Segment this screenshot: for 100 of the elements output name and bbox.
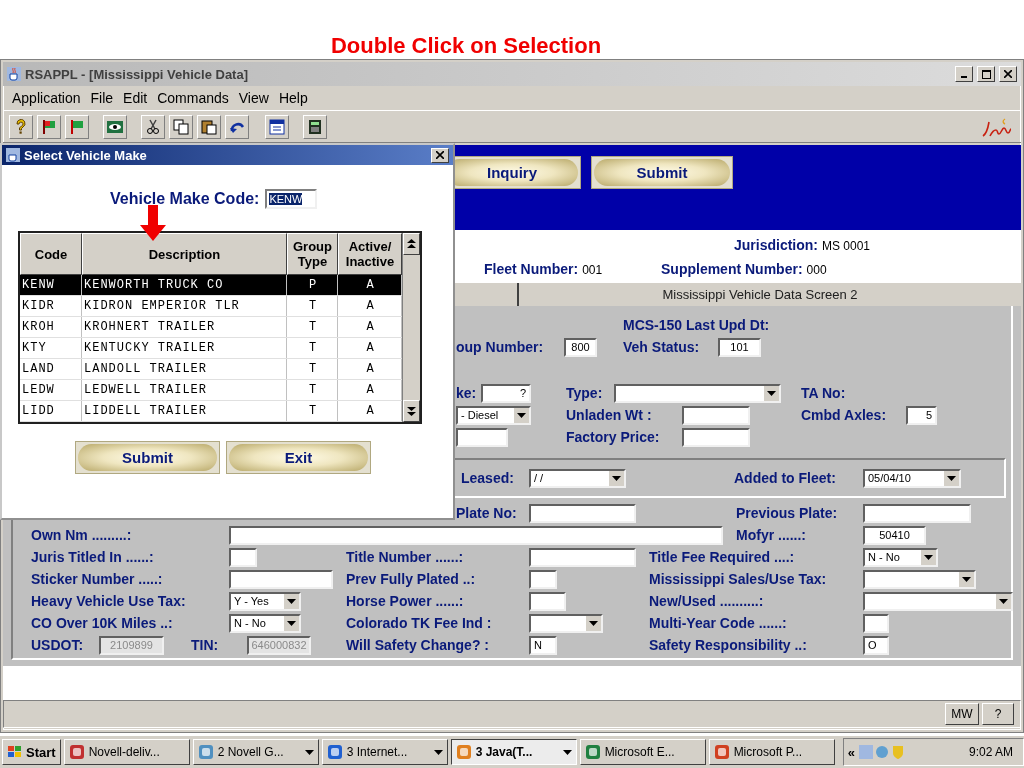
text-field[interactable]: N [529, 635, 557, 655]
dropdown[interactable] [863, 569, 976, 589]
field-label: Unladen Wt : [566, 407, 653, 423]
text-field[interactable] [863, 613, 889, 633]
fleet-number-value: 001 [582, 263, 603, 277]
table-cell: LEDW [20, 380, 82, 400]
dialog-button[interactable]: Submit [75, 441, 220, 474]
text-field[interactable]: 5 [906, 405, 937, 425]
taskbar-button[interactable]: Microsoft E... [579, 739, 706, 765]
close-icon[interactable] [999, 66, 1017, 82]
dropdown[interactable] [863, 591, 1013, 611]
field-label: Safety Responsibility ..: [649, 637, 808, 653]
menu-item[interactable]: Application [7, 90, 86, 106]
dropdown[interactable]: - Diesel [456, 405, 531, 425]
table-cell: LIDDELL TRAILER [82, 401, 287, 421]
menu-item[interactable]: Commands [152, 90, 234, 106]
calculator-icon[interactable] [308, 118, 322, 135]
table-cell: KENW [20, 275, 82, 295]
field-label: oup Number: [456, 339, 545, 355]
text-field[interactable] [229, 569, 333, 589]
dropdown[interactable] [529, 613, 603, 633]
taskbar-button[interactable]: Microsoft P... [708, 739, 835, 765]
column-header[interactable]: Description [82, 233, 287, 275]
taskbar-button[interactable]: 2 Novell G... [192, 739, 319, 765]
flag-icon[interactable] [69, 118, 85, 135]
field-label: Cmbd Axles: [801, 407, 888, 423]
eye-icon[interactable] [106, 118, 124, 135]
text-field[interactable] [229, 547, 257, 567]
copy-icon[interactable] [173, 118, 189, 135]
text-field[interactable]: 800 [564, 337, 597, 357]
text-field[interactable] [529, 547, 636, 567]
field-label: Vehicle Make Code: [110, 190, 260, 208]
dropdown[interactable]: / / [529, 468, 626, 488]
text-field[interactable]: ? [481, 383, 531, 403]
column-header[interactable]: Group Type [287, 233, 338, 275]
dropdown[interactable]: Y - Yes [229, 591, 301, 611]
jurisdiction-label: Jurisdiction: [734, 237, 818, 253]
table-cell: KIDR [20, 296, 82, 316]
table-row[interactable]: KENW KENWORTH TRUCK CO P A [20, 275, 402, 296]
start-button[interactable]: Start [2, 739, 61, 765]
tray-arrow[interactable]: « [847, 744, 855, 760]
text-field[interactable]: 50410 [863, 525, 926, 545]
maximize-icon[interactable] [977, 66, 995, 82]
action-button[interactable]: Submit [591, 156, 733, 189]
field-label: TA No: [801, 385, 846, 401]
text-field[interactable] [529, 591, 566, 611]
dropdown[interactable] [614, 383, 781, 403]
scroll-up-icon[interactable] [407, 239, 416, 249]
dropdown[interactable]: 05/04/10 [863, 468, 961, 488]
screen-tab[interactable]: Mississippi Vehicle Data Screen 2 [519, 283, 1021, 306]
text-field[interactable] [863, 503, 971, 523]
minimize-icon[interactable] [955, 66, 973, 82]
menu-item[interactable]: Edit [118, 90, 153, 106]
scissors-icon[interactable] [146, 118, 160, 135]
field-label: Title Number ......: [346, 549, 465, 565]
dialog-button[interactable]: Exit [226, 441, 371, 474]
scrollbar[interactable] [402, 233, 420, 422]
window-icon[interactable] [269, 118, 285, 135]
text-field[interactable] [229, 525, 723, 545]
menu-item[interactable]: View [233, 90, 274, 106]
text-field[interactable] [682, 427, 750, 447]
field-label: Prev Fully Plated ..: [346, 571, 477, 587]
dropdown[interactable]: N - No [863, 547, 938, 567]
dropdown[interactable]: N - No [229, 613, 301, 633]
taskbar-button[interactable]: 3 Java(T... [450, 739, 577, 765]
taskbar-button[interactable]: Novell-deliv... [63, 739, 190, 765]
table-row[interactable]: LIDD LIDDELL TRAILER T A [20, 401, 402, 422]
close-icon[interactable] [431, 147, 449, 163]
table-row[interactable]: LEDW LEDWELL TRAILER T A [20, 380, 402, 401]
table-cell: KROH [20, 317, 82, 337]
scroll-down-icon[interactable] [407, 406, 416, 416]
flag-icon[interactable] [41, 118, 57, 135]
field-label: TIN: [191, 637, 220, 653]
table-cell: T [287, 401, 338, 421]
text-field[interactable] [529, 503, 636, 523]
text-field[interactable] [456, 427, 508, 447]
java-cup-icon [6, 148, 20, 162]
help-icon[interactable] [14, 118, 28, 135]
field-label: Title Fee Required ....: [649, 549, 796, 565]
table-row[interactable]: KROH KROHNERT TRAILER T A [20, 317, 402, 338]
status-button[interactable]: MW [945, 703, 979, 725]
taskbar-button[interactable]: 3 Internet... [321, 739, 448, 765]
text-field[interactable] [682, 405, 750, 425]
code-field[interactable]: KENW [265, 189, 318, 209]
paste-icon[interactable] [201, 118, 217, 135]
menu-item[interactable]: File [85, 90, 119, 106]
text-field[interactable]: 101 [718, 337, 761, 357]
table-row[interactable]: LAND LANDOLL TRAILER T A [20, 359, 402, 380]
table-row[interactable]: KIDR KIDRON EMPERIOR TLR T A [20, 296, 402, 317]
text-field[interactable] [529, 569, 557, 589]
table-cell: LEDWELL TRAILER [82, 380, 287, 400]
table-cell: LAND [20, 359, 82, 379]
windows-flag-icon [7, 745, 23, 759]
column-header[interactable]: Code [20, 233, 82, 275]
text-field[interactable]: O [863, 635, 889, 655]
table-row[interactable]: KTY KENTUCKY TRAILER T A [20, 338, 402, 359]
caret-icon [947, 475, 956, 481]
column-header[interactable]: Active/ Inactive [338, 233, 402, 275]
menu-item[interactable]: Help [273, 90, 313, 106]
status-button[interactable]: ? [982, 703, 1014, 725]
